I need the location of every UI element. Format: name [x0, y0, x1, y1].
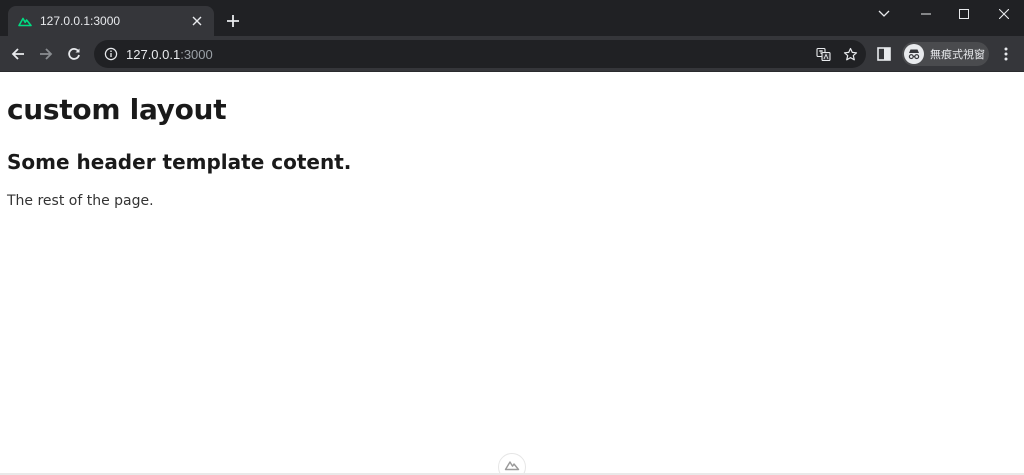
translate-icon[interactable] — [815, 46, 831, 62]
minimize-button[interactable] — [906, 0, 946, 28]
maximize-icon — [959, 9, 969, 19]
tab-strip: 127.0.0.1:3000 — [0, 0, 1024, 36]
browser-toolbar: 127.0.0.1:3000 無痕式視窗 — [0, 36, 1024, 72]
tab-title: 127.0.0.1:3000 — [40, 14, 121, 28]
incognito-profile-button[interactable]: 無痕式視窗 — [902, 42, 989, 66]
tab-search-button[interactable] — [864, 0, 904, 28]
side-panel-icon — [877, 47, 891, 61]
reload-button[interactable] — [63, 43, 85, 65]
reload-icon — [68, 48, 80, 60]
maximize-button[interactable] — [944, 0, 984, 28]
page-title: custom layout — [7, 93, 227, 126]
close-icon — [999, 9, 1009, 19]
close-window-button[interactable] — [984, 0, 1024, 28]
arrow-right-icon — [40, 48, 53, 60]
incognito-label: 無痕式視窗 — [930, 48, 985, 61]
minimize-icon — [921, 13, 931, 15]
kebab-menu-icon — [1004, 47, 1008, 61]
back-button[interactable] — [7, 43, 29, 65]
url-port: :3000 — [180, 46, 213, 62]
info-icon[interactable] — [104, 47, 118, 61]
chevron-down-icon — [878, 10, 890, 17]
browser-tab[interactable]: 127.0.0.1:3000 — [8, 6, 214, 36]
page-content: custom layout Some header template coten… — [0, 73, 1024, 475]
new-tab-button[interactable] — [222, 10, 244, 32]
nuxt-devtools-button[interactable] — [498, 453, 526, 475]
browser-menu-button[interactable] — [996, 44, 1016, 64]
star-icon[interactable] — [842, 46, 858, 62]
nuxt-logo-icon — [18, 14, 32, 28]
side-panel-button[interactable] — [875, 45, 893, 63]
url-text: 127.0.0.1:3000 — [126, 47, 213, 62]
page-body-text: The rest of the page. — [7, 193, 154, 209]
address-bar[interactable]: 127.0.0.1:3000 — [94, 40, 866, 68]
incognito-icon — [904, 44, 924, 64]
forward-button[interactable] — [35, 43, 57, 65]
url-host: 127.0.0.1 — [126, 46, 181, 62]
plus-icon — [227, 15, 239, 27]
nuxt-logo-icon — [504, 461, 520, 471]
arrow-left-icon — [11, 48, 24, 60]
header-template-heading: Some header template cotent. — [7, 150, 352, 174]
tab-close-icon[interactable] — [188, 12, 206, 30]
